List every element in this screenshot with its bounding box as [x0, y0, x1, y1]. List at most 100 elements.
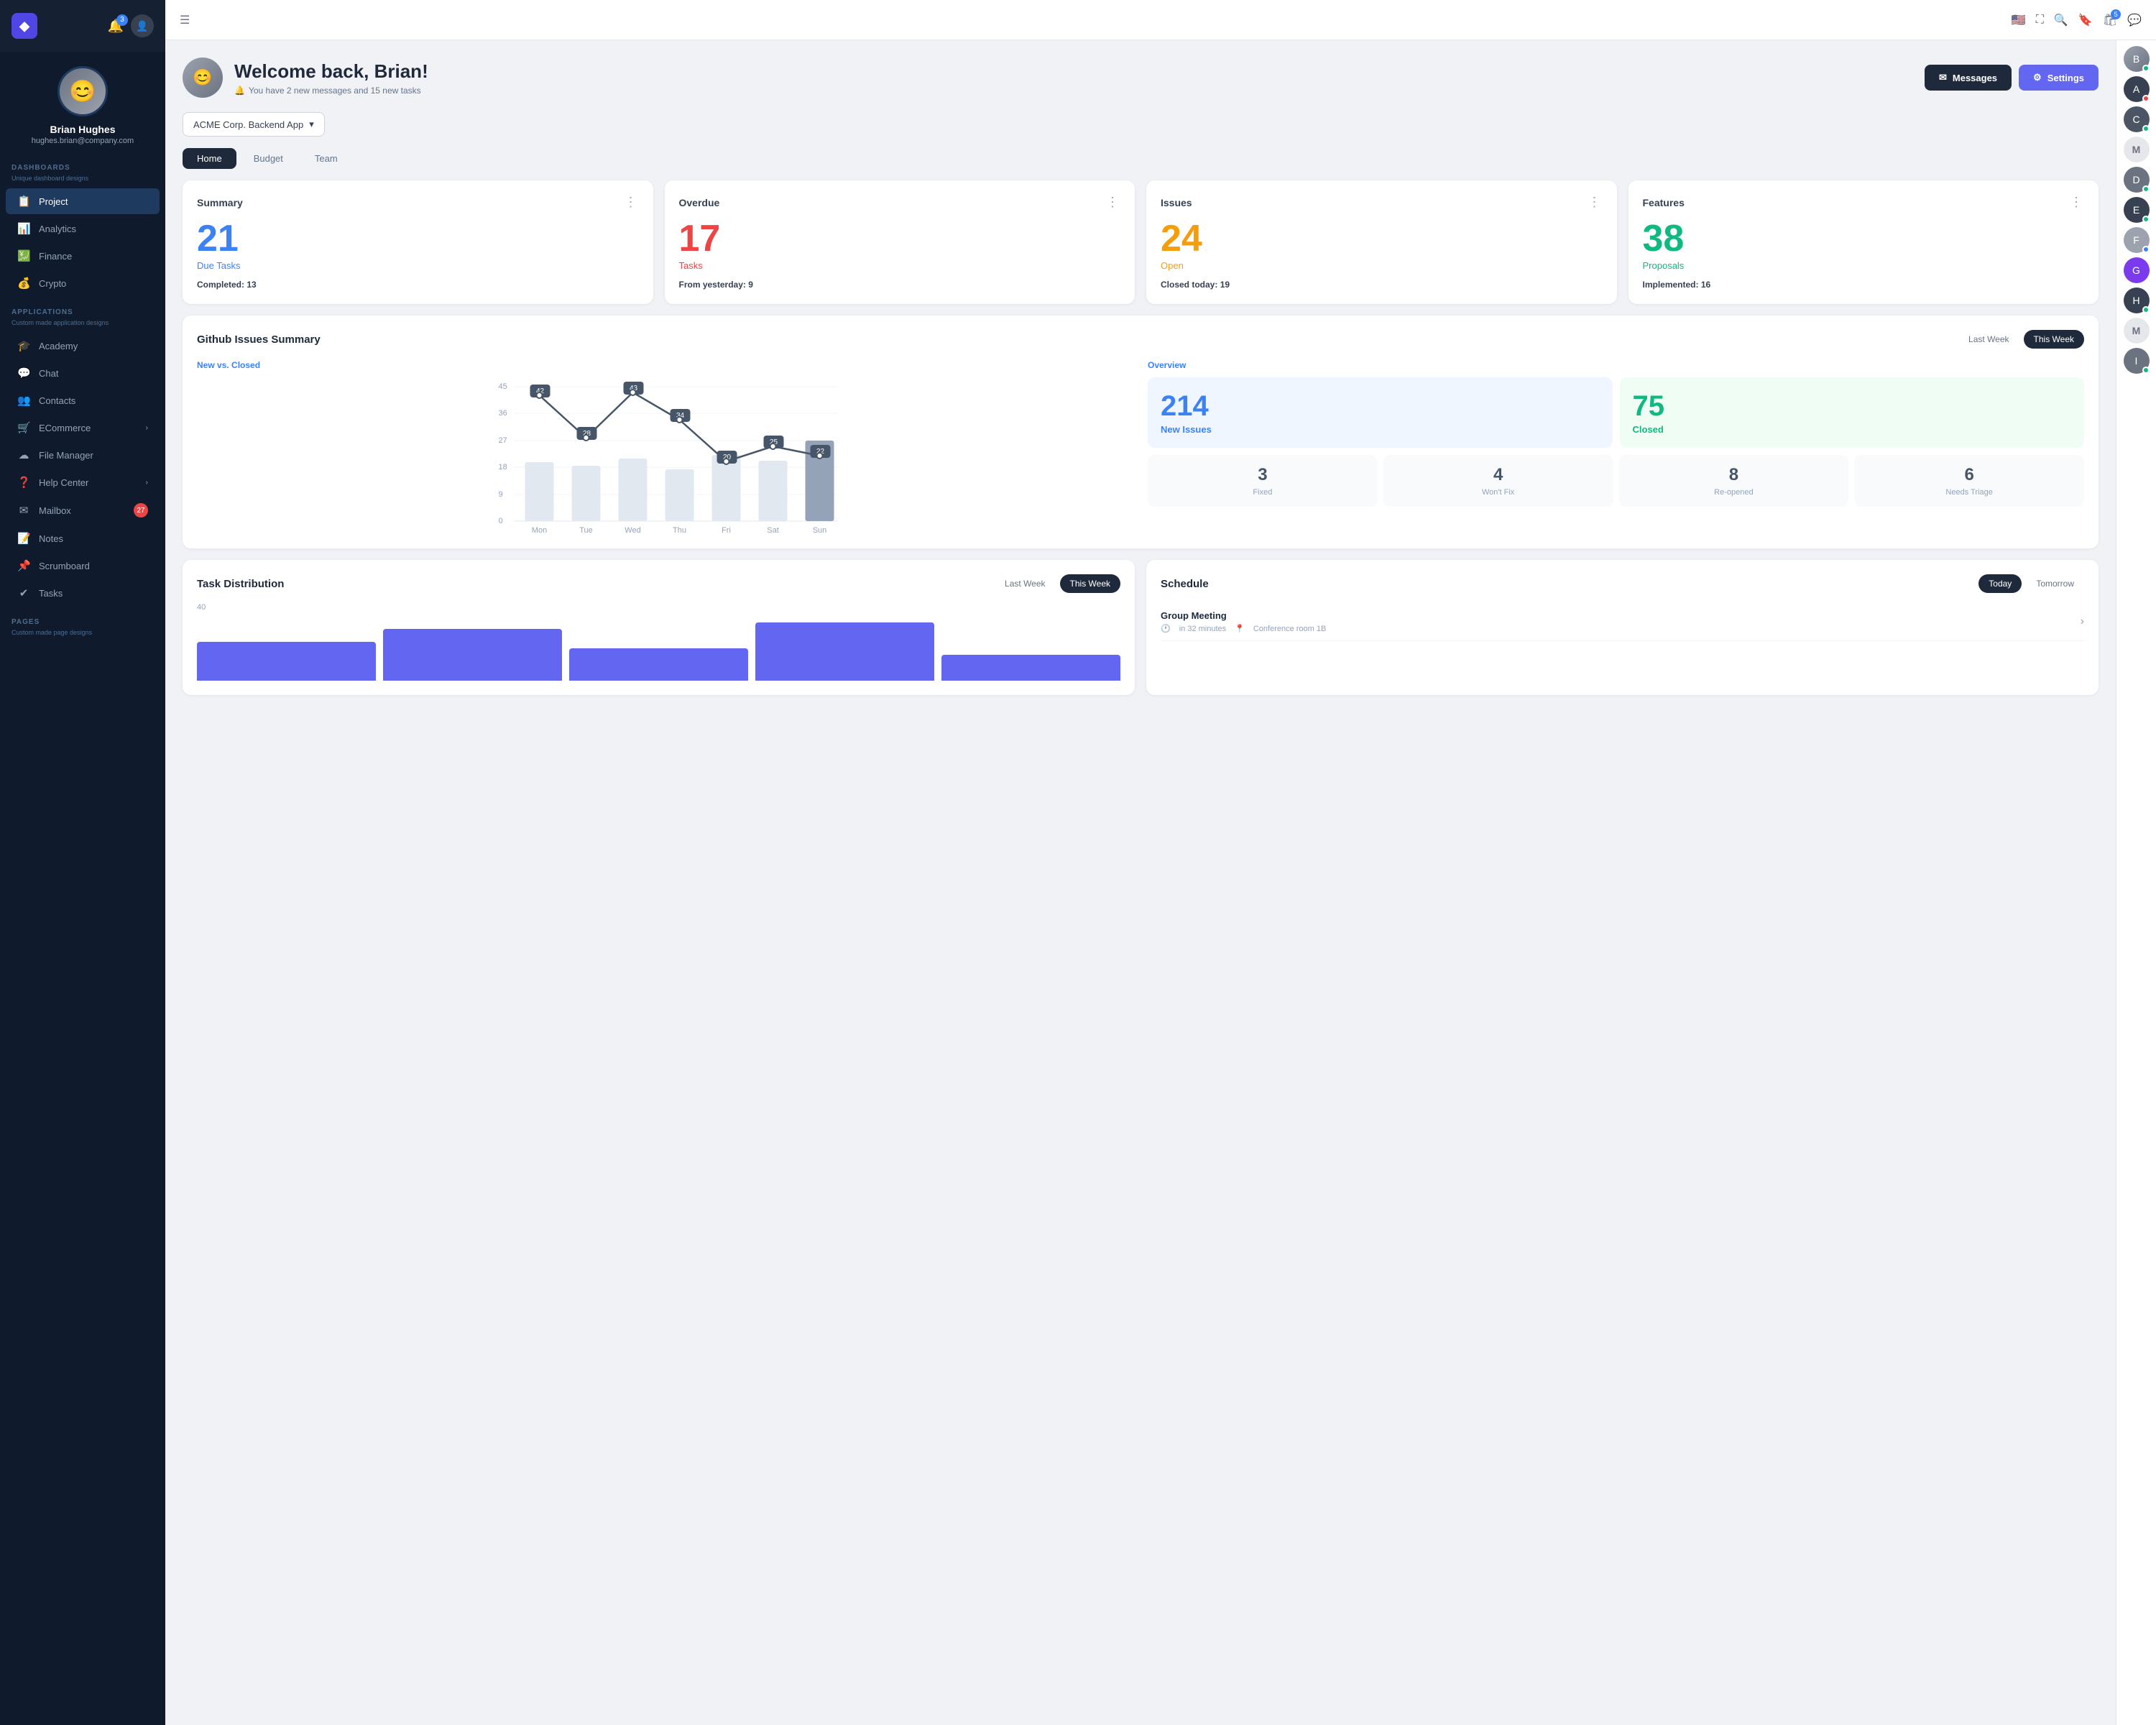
svg-text:Sun: Sun — [813, 526, 827, 534]
sidebar-item-ecommerce[interactable]: 🛒 ECommerce › — [6, 415, 160, 441]
task-last-week-button[interactable]: Last Week — [995, 574, 1055, 593]
rp-avatar-9[interactable]: H — [2124, 288, 2150, 313]
this-week-button[interactable]: This Week — [2024, 330, 2084, 349]
notification-icon[interactable]: 🔔 3 — [108, 19, 124, 34]
welcome-section: 😊 Welcome back, Brian! 🔔 You have 2 new … — [183, 58, 2099, 98]
sidebar-item-label: Contacts — [39, 395, 75, 406]
last-week-button[interactable]: Last Week — [1958, 330, 2019, 349]
task-this-week-button[interactable]: This Week — [1060, 574, 1120, 593]
sidebar-user-icon[interactable]: 👤 — [131, 14, 154, 37]
search-icon[interactable]: 🔍 — [2054, 13, 2068, 27]
overview-area: Overview 214 New Issues 75 Closed 3 Fixe… — [1148, 360, 2084, 534]
sidebar-item-label: Chat — [39, 368, 58, 379]
flag-icon[interactable]: 🇺🇸 — [2012, 13, 2026, 27]
sidebar-item-mailbox[interactable]: ✉ Mailbox 27 — [6, 497, 160, 524]
tab-home[interactable]: Home — [183, 148, 236, 169]
svg-text:27: 27 — [499, 436, 507, 445]
messages-button[interactable]: ✉ Messages — [1925, 65, 2012, 91]
schedule-title: Schedule — [1161, 578, 1209, 590]
rp-avatar-8[interactable]: G — [2124, 257, 2150, 283]
rp-avatar-6[interactable]: E — [2124, 197, 2150, 223]
summary-menu-icon[interactable]: ⋮ — [625, 195, 639, 210]
fullscreen-icon[interactable]: ⛶ — [2036, 14, 2044, 27]
new-issues-card: 214 New Issues — [1148, 377, 1613, 448]
tab-team[interactable]: Team — [300, 148, 352, 169]
finance-icon: 💹 — [17, 249, 30, 262]
rp-avatar-3[interactable]: C — [2124, 106, 2150, 132]
issues-title: Issues — [1161, 197, 1192, 208]
envelope-icon: ✉ — [1939, 72, 1947, 83]
sidebar-item-academy[interactable]: 🎓 Academy — [6, 333, 160, 359]
schedule-tomorrow-button[interactable]: Tomorrow — [2026, 574, 2084, 593]
app-logo[interactable]: ◆ — [11, 13, 37, 39]
closed-card: 75 Closed — [1620, 377, 2085, 448]
tab-budget[interactable]: Budget — [239, 148, 298, 169]
sidebar-item-help-center[interactable]: ❓ Help Center › — [6, 469, 160, 495]
rp-avatar-4[interactable]: M — [2124, 137, 2150, 162]
sidebar-item-finance[interactable]: 💹 Finance — [6, 243, 160, 269]
overview-label: Overview — [1148, 360, 2084, 370]
rp-avatar-11[interactable]: I — [2124, 348, 2150, 374]
sidebar-item-analytics[interactable]: 📊 Analytics — [6, 216, 160, 242]
user-name: Brian Hughes — [50, 124, 115, 135]
svg-text:Wed: Wed — [625, 526, 640, 534]
sidebar-item-project[interactable]: 📋 Project — [6, 188, 160, 214]
notes-icon: 📝 — [17, 532, 30, 545]
issues-menu-icon[interactable]: ⋮ — [1588, 195, 1603, 210]
app-selector-label: ACME Corp. Backend App — [193, 119, 303, 130]
sidebar-item-file-manager[interactable]: ☁ File Manager — [6, 442, 160, 468]
topbar-left: ☰ — [180, 13, 190, 27]
bookmark-icon[interactable]: 🔖 — [2078, 13, 2093, 27]
user-avatar-large: 😊 — [57, 66, 108, 116]
fixed-value: 3 — [1258, 465, 1267, 485]
github-section-header: Github Issues Summary Last Week This Wee… — [197, 330, 2084, 349]
rp-avatar-2[interactable]: A — [2124, 76, 2150, 102]
rp-avatar-5[interactable]: D — [2124, 167, 2150, 193]
schedule-item-left: Group Meeting 🕐 in 32 minutes 📍 Conferen… — [1161, 610, 1326, 633]
chat-topbar-icon[interactable]: 💬 — [2127, 13, 2142, 27]
summary-value: 21 — [197, 220, 639, 257]
overdue-sub: From yesterday: 9 — [679, 280, 1121, 290]
sidebar-item-label: ECommerce — [39, 423, 91, 433]
rp-avatar-1[interactable]: B — [2124, 46, 2150, 72]
settings-button[interactable]: ⚙ Settings — [2019, 65, 2099, 91]
chevron-right-icon[interactable]: › — [2081, 615, 2084, 628]
app-selector[interactable]: ACME Corp. Backend App ▾ — [183, 112, 325, 137]
task-distribution-header: Task Distribution Last Week This Week — [197, 574, 1120, 593]
week-toggles: Last Week This Week — [1958, 330, 2084, 349]
clock-icon: 🕐 — [1161, 624, 1171, 633]
sidebar-item-notes[interactable]: 📝 Notes — [6, 525, 160, 551]
sidebar-item-scrumboard[interactable]: 📌 Scrumboard — [6, 553, 160, 579]
sidebar-item-label: Academy — [39, 341, 78, 351]
menu-icon[interactable]: ☰ — [180, 13, 190, 27]
sidebar-item-tasks[interactable]: ✔ Tasks — [6, 580, 160, 606]
overdue-menu-icon[interactable]: ⋮ — [1106, 195, 1120, 210]
wont-fix-label: Won't Fix — [1482, 488, 1514, 497]
pages-section-sub: Custom made page designs — [0, 629, 165, 642]
analytics-icon: 📊 — [17, 222, 30, 235]
features-label: Proposals — [1643, 260, 2085, 271]
task-week-toggles: Last Week This Week — [995, 574, 1120, 593]
task-distribution-card: Task Distribution Last Week This Week 40 — [183, 560, 1135, 695]
location-icon: 📍 — [1235, 624, 1245, 633]
applications-section-sub: Custom made application designs — [0, 319, 165, 332]
dashboards-section-label: DASHBOARDS — [0, 152, 165, 175]
needs-triage-label: Needs Triage — [1945, 488, 1992, 497]
overdue-title: Overdue — [679, 197, 720, 208]
sidebar-item-chat[interactable]: 💬 Chat — [6, 360, 160, 386]
rp-avatar-7[interactable]: F — [2124, 227, 2150, 253]
notification-badge: 3 — [116, 14, 128, 26]
features-menu-icon[interactable]: ⋮ — [2070, 195, 2084, 210]
bar-5 — [941, 655, 1120, 681]
sidebar-item-contacts[interactable]: 👥 Contacts — [6, 387, 160, 413]
user-email: hughes.brian@company.com — [32, 137, 134, 145]
schedule-today-button[interactable]: Today — [1978, 574, 2022, 593]
sidebar-item-crypto[interactable]: 💰 Crypto — [6, 270, 160, 296]
sidebar-item-label: Analytics — [39, 224, 76, 234]
rp-avatar-10[interactable]: M — [2124, 318, 2150, 344]
svg-text:Tue: Tue — [579, 526, 593, 534]
wont-fix-value: 4 — [1493, 465, 1503, 485]
schedule-item-meta: 🕐 in 32 minutes 📍 Conference room 1B — [1161, 624, 1326, 633]
stat-card-overdue: Overdue ⋮ 17 Tasks From yesterday: 9 — [665, 180, 1135, 304]
sidebar-item-label: Notes — [39, 533, 63, 544]
